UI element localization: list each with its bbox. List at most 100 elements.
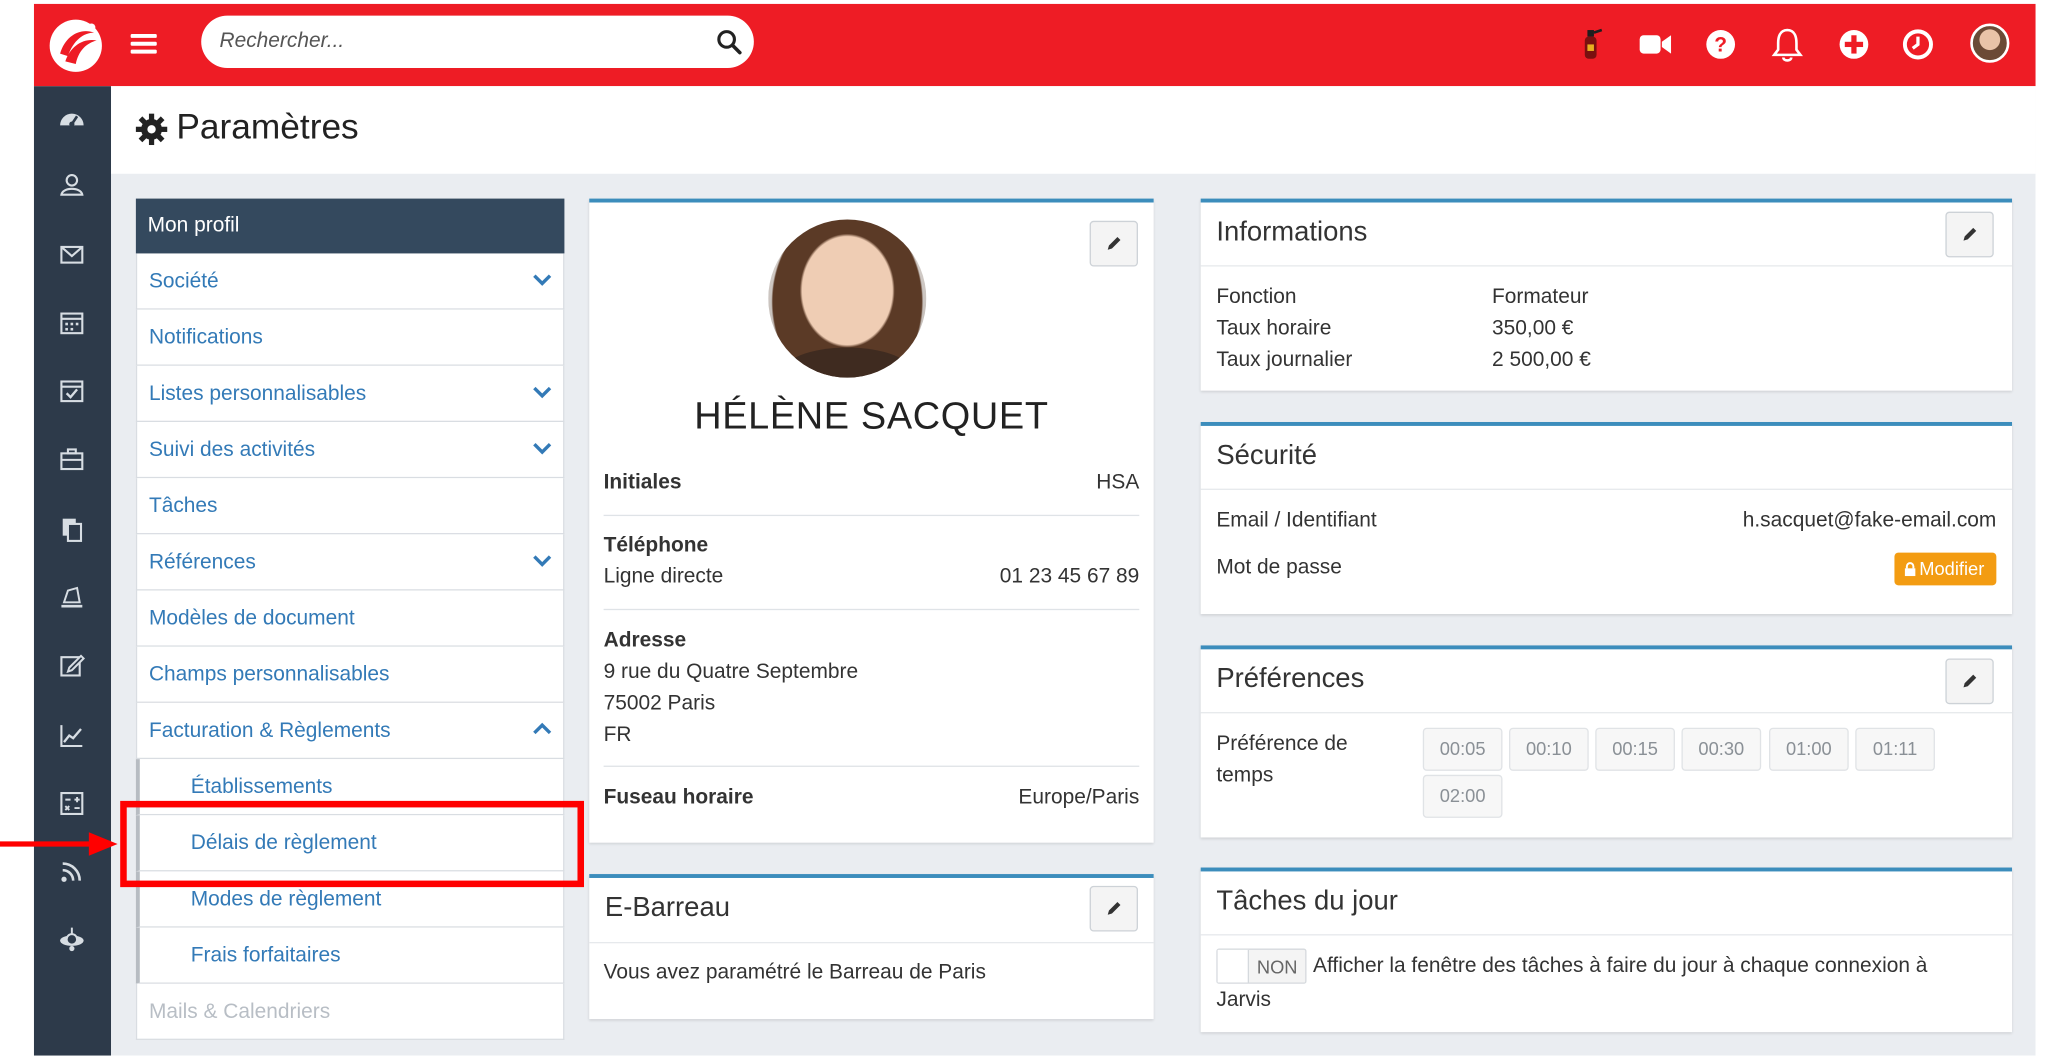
plus-circle-icon[interactable] [1836,26,1873,63]
help-icon[interactable]: ? [1702,26,1739,63]
logo-icon[interactable] [47,17,104,74]
profile-name: HÉLÈNE SACQUET [694,395,1049,438]
preference-temps-label-2: temps [1216,764,1274,787]
menu-item-label: Mails & Calendriers [148,1000,331,1023]
menu-item-label: Modèles de document [148,607,355,630]
password-label: Mot de passe [1216,556,1342,579]
pencil-icon [1963,674,1977,688]
email-label: Email / Identifiant [1216,509,1377,532]
taches-text-1: Afficher la fenêtre des tâches à faire d… [1313,955,1928,978]
settings-menu: Mon profil Société Notifications Listes … [135,198,565,1040]
dashboard-icon[interactable] [57,105,86,134]
documents-icon[interactable] [57,515,86,544]
tasks-icon[interactable] [57,376,86,405]
time-chip-0200[interactable]: 02:00 [1422,774,1503,818]
menu-item-label: Modes de règlement [190,888,382,911]
edit-informations-button[interactable] [1945,211,1994,258]
menu-item-notifications[interactable]: Notifications [135,309,565,366]
taches-card: Tâches du jour NON Afficher la fenêtre d… [1200,867,2013,1033]
time-chip-0111[interactable]: 01:11 [1855,727,1935,771]
fuseau-label: Fuseau horaire [603,786,754,809]
menu-item-modeles[interactable]: Modèles de document [135,590,565,647]
modify-password-button[interactable]: Modifier [1894,552,1997,586]
securite-card: Sécurité Email / Identifiant h.sacquet@f… [1200,422,2013,615]
search-icon[interactable] [715,27,744,56]
red-arrow-icon [0,832,118,856]
fire-extinguisher-icon[interactable] [1573,26,1610,63]
fonction-value: Formateur [1492,286,1589,309]
taux-journalier-label: Taux journalier [1216,348,1353,372]
avatar[interactable] [1970,23,2010,63]
video-icon[interactable] [1637,26,1674,63]
menu-item-suivi[interactable]: Suivi des activités [135,422,565,479]
chevron-down-icon [533,443,552,455]
taux-horaire-value: 350,00 € [1492,317,1574,340]
time-chip-0005[interactable]: 00:05 [1422,727,1503,771]
hamburger-icon[interactable] [130,30,157,59]
pencil-icon [1107,236,1121,250]
menu-header-mon-profil[interactable]: Mon profil [135,198,565,254]
taches-text-2: Jarvis [1216,989,1271,1012]
menu-item-taches[interactable]: Tâches [135,478,565,535]
informations-card: Informations Fonction Formateur Taux hor… [1200,198,2013,391]
menu-item-label: Références [148,551,256,574]
taches-title: Tâches du jour [1216,885,1398,916]
pencil-icon [1963,227,1977,241]
menu-item-label: Établissements [190,776,333,799]
search-input[interactable] [219,15,703,68]
left-sidebar [33,86,112,1056]
mail-icon[interactable] [57,240,86,269]
lock-icon [1904,562,1916,577]
time-chip-0010[interactable]: 00:10 [1509,727,1589,771]
email-value: h.sacquet@fake-email.com [1742,509,1997,532]
bell-icon[interactable] [1769,26,1806,63]
menu-item-societe[interactable]: Société [135,253,565,310]
clock-icon[interactable] [1900,26,1937,63]
page-header: Paramètres [111,86,2036,174]
time-chip-0015[interactable]: 00:15 [1595,727,1675,771]
highlight-box [120,800,585,888]
edit-preferences-button[interactable] [1945,658,1994,705]
modify-button-label: Modifier [1919,557,1985,579]
briefcase-icon[interactable] [57,444,86,473]
taux-horaire-label: Taux horaire [1216,317,1332,340]
adresse-label: Adresse [603,629,687,652]
time-chip-0100[interactable]: 01:00 [1769,727,1849,771]
menu-item-mails-calendriers[interactable]: Mails & Calendriers [135,983,565,1040]
menu-item-facturation[interactable]: Facturation & Règlements [135,702,565,760]
calendar-icon[interactable] [57,308,86,337]
pencil-icon [1107,902,1121,915]
initiales-value: HSA [1096,471,1140,494]
edit-icon[interactable] [57,651,86,680]
invoice-icon[interactable] [57,583,86,612]
securite-title: Sécurité [1216,440,1318,471]
menu-item-champs[interactable]: Champs personnalisables [135,646,565,703]
menu-item-listes[interactable]: Listes personnalisables [135,365,565,423]
menu-item-label: Suivi des activités [148,438,316,462]
menu-item-references[interactable]: Références [135,534,565,591]
edit-ebarreau-button[interactable] [1089,885,1138,932]
contacts-icon[interactable] [57,170,86,199]
menu-item-frais-forfaitaires[interactable]: Frais forfaitaires [135,927,565,984]
chart-icon[interactable] [57,721,86,750]
time-chip-0030[interactable]: 00:30 [1681,727,1762,771]
rss-icon[interactable] [57,857,86,886]
chevron-down-icon [533,386,552,399]
top-bar: ? [33,3,2036,87]
preferences-card: Préférences Préférence de temps 00:05 00… [1200,645,2013,838]
menu-item-label: Frais forfaitaires [190,944,341,967]
menu-item-label: Société [148,270,219,293]
profile-photo [768,219,927,378]
toggle-knob [1217,949,1250,983]
adresse-line-1: 9 rue du Quatre Septembre [603,661,859,684]
edit-profile-button[interactable] [1089,220,1138,267]
app-window: ? [0,0,2046,1056]
menu-item-label: Listes personnalisables [148,382,367,406]
robot-icon[interactable] [57,925,86,954]
search-box [201,15,754,68]
calculator-icon[interactable] [57,789,86,818]
taches-toggle[interactable]: NON [1216,948,1307,984]
fonction-label: Fonction [1216,286,1297,309]
chevron-down-icon [533,555,552,567]
profile-card: HÉLÈNE SACQUET Initiales HSA Téléphone L… [589,198,1154,843]
